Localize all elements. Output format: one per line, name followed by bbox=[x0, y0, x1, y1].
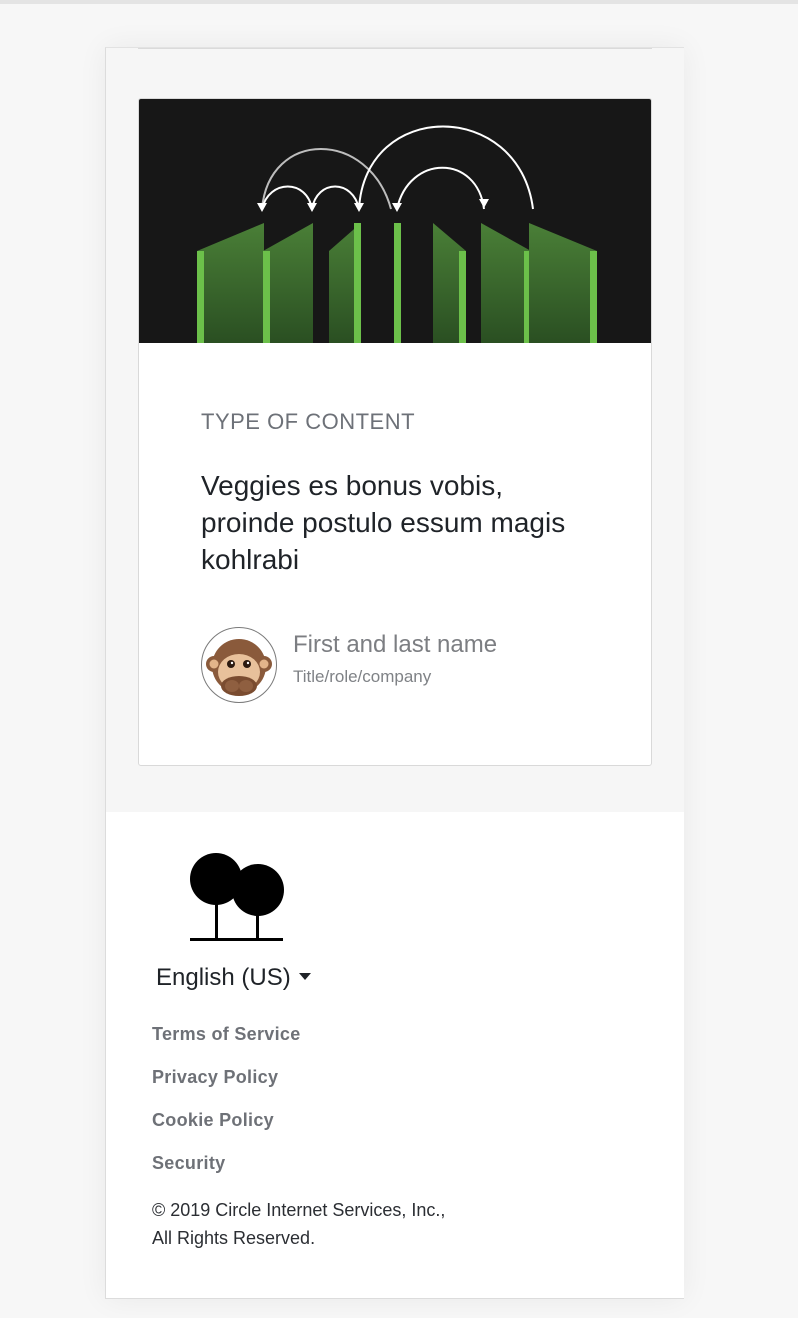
page-frame: TYPE OF CONTENT Veggies es bonus vobis, … bbox=[105, 47, 684, 1299]
content-card[interactable]: TYPE OF CONTENT Veggies es bonus vobis, … bbox=[138, 98, 652, 766]
footer-link-item: Terms of Service bbox=[152, 1024, 301, 1067]
browser-top-strip bbox=[0, 0, 798, 4]
privacy-policy-link[interactable]: Privacy Policy bbox=[152, 1067, 278, 1087]
content-type-label: TYPE OF CONTENT bbox=[201, 409, 416, 434]
footer-link-item: Cookie Policy bbox=[152, 1110, 301, 1153]
monkey-avatar-icon bbox=[201, 627, 277, 703]
site-footer: English (US) Terms of Service Privacy Po… bbox=[106, 812, 684, 1298]
caret-down-icon bbox=[298, 973, 311, 980]
card-title[interactable]: Veggies es bonus vobis, proinde postulo … bbox=[201, 467, 581, 578]
author-role: Title/role/company bbox=[293, 667, 432, 686]
dependency-arcs bbox=[261, 125, 534, 210]
terms-of-service-link[interactable]: Terms of Service bbox=[152, 1024, 301, 1044]
footer-link-item: Privacy Policy bbox=[152, 1067, 301, 1110]
arc-arrowheads bbox=[257, 199, 489, 212]
green-bars bbox=[197, 223, 597, 343]
footer-link-item: Security bbox=[152, 1153, 301, 1196]
tree-logo-icon[interactable] bbox=[190, 852, 284, 947]
copyright-notice: © 2019 Circle Internet Services, Inc., A… bbox=[152, 1200, 446, 1248]
card-hero-image bbox=[139, 99, 651, 343]
footer-links: Terms of Service Privacy Policy Cookie P… bbox=[152, 1024, 301, 1196]
cookie-policy-link[interactable]: Cookie Policy bbox=[152, 1110, 274, 1130]
security-link[interactable]: Security bbox=[152, 1153, 225, 1173]
workflow-parallelism-illustration bbox=[197, 125, 597, 343]
language-label: English (US) bbox=[156, 964, 291, 991]
language-selector[interactable]: English (US) bbox=[156, 964, 311, 992]
author-name: First and last name bbox=[293, 631, 498, 658]
previous-card-edge bbox=[138, 48, 652, 49]
